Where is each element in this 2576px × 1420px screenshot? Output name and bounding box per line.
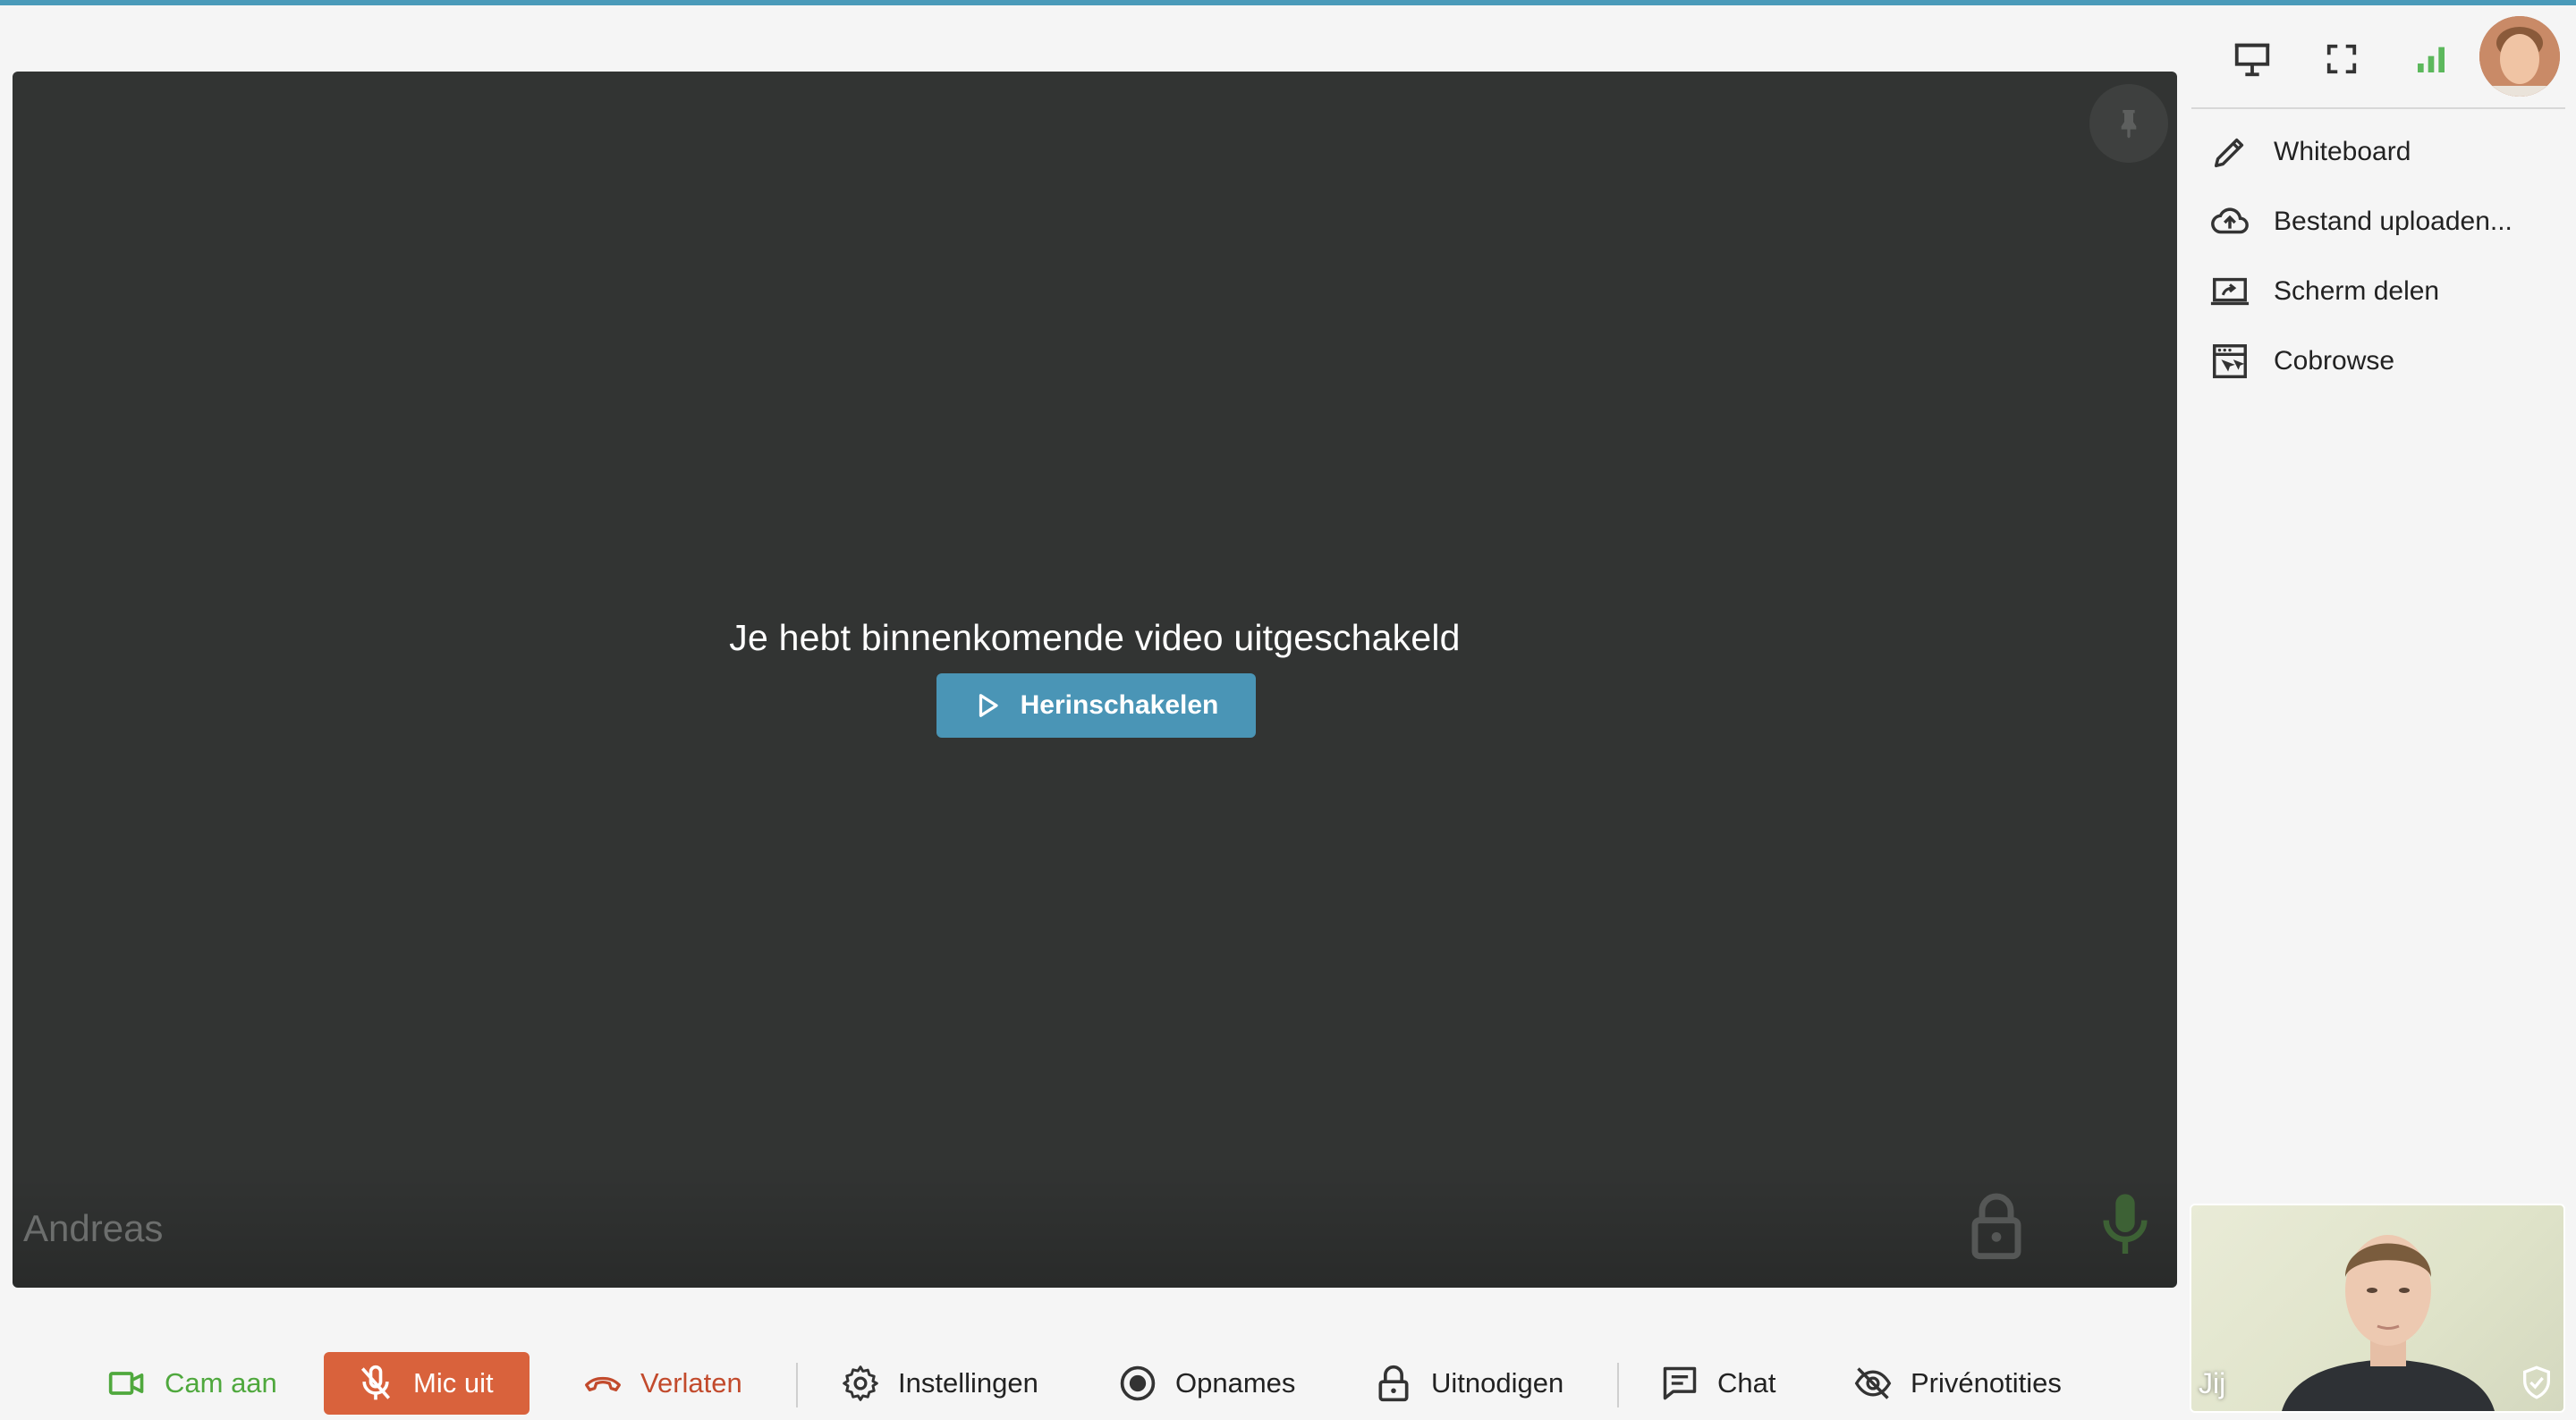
side-item-share-screen[interactable]: Scherm delen	[2209, 265, 2558, 318]
shield-check-icon	[2523, 1365, 2550, 1399]
participant-name: Andreas	[23, 1207, 164, 1249]
connection-quality-indicator[interactable]	[2408, 36, 2454, 82]
private-notes-label: Privénotities	[1911, 1367, 2062, 1399]
side-item-cobrowse[interactable]: Cobrowse	[2209, 334, 2558, 388]
avatar-face	[2479, 16, 2560, 97]
chat-label: Chat	[1717, 1367, 1776, 1399]
cobrowse-icon	[2213, 344, 2247, 378]
chat-icon	[1663, 1366, 1697, 1400]
resume-video-button[interactable]: Herinschakelen	[936, 673, 1256, 738]
leave-button[interactable]: Verlaten	[583, 1352, 742, 1415]
camera-icon	[108, 1372, 144, 1395]
play-icon	[979, 694, 998, 717]
screen-share-icon	[2210, 277, 2250, 306]
fullscreen-icon	[2326, 44, 2357, 74]
toolbar-separator	[796, 1363, 798, 1407]
lock-icon	[1971, 1193, 2021, 1260]
mic-off-button[interactable]: Mic uit	[324, 1352, 530, 1415]
self-video-tile[interactable]: Jij	[2190, 1204, 2565, 1413]
side-item-upload-file[interactable]: Bestand uploaden...	[2209, 195, 2558, 249]
top-accent-bar	[0, 0, 2576, 5]
mic-off-label: Mic uit	[413, 1367, 494, 1399]
lock-icon	[1378, 1365, 1409, 1402]
pencil-icon	[2214, 138, 2244, 168]
gear-icon	[843, 1365, 878, 1401]
presentation-button[interactable]	[2229, 36, 2275, 82]
eye-off-icon	[1854, 1367, 1892, 1399]
settings-label: Instellingen	[898, 1367, 1038, 1399]
recordings-label: Opnames	[1175, 1367, 1296, 1399]
chat-button[interactable]: Chat	[1660, 1352, 1775, 1415]
self-video-label: Jij	[2199, 1367, 2226, 1399]
side-item-label: Cobrowse	[2274, 346, 2395, 376]
hang-up-icon	[585, 1376, 621, 1391]
settings-button[interactable]: Instellingen	[841, 1352, 1038, 1415]
user-avatar[interactable]	[2479, 16, 2560, 97]
fullscreen-button[interactable]	[2318, 36, 2365, 82]
side-item-label: Scherm delen	[2274, 276, 2440, 306]
bottom-toolbar: Cam aan Mic uit Verlaten Instellingen Op…	[0, 1341, 2182, 1420]
presentation-icon	[2234, 43, 2270, 77]
signal-strength-icon	[2418, 46, 2445, 72]
private-notes-button[interactable]: Privénotities	[1853, 1352, 2062, 1415]
side-item-whiteboard[interactable]: Whiteboard	[2209, 125, 2558, 179]
self-video-person	[2282, 1235, 2495, 1411]
side-item-label: Whiteboard	[2274, 137, 2411, 166]
microphone-off-icon	[360, 1365, 391, 1400]
recordings-button[interactable]: Opnames	[1118, 1352, 1295, 1415]
side-item-label: Bestand uploaden...	[2274, 207, 2512, 236]
leave-label: Verlaten	[640, 1367, 742, 1399]
remote-video-tile: Je hebt binnenkomende video uitgeschakel…	[13, 72, 2177, 1288]
invite-button[interactable]: Uitnodigen	[1374, 1352, 1563, 1415]
cam-on-button[interactable]: Cam aan	[107, 1352, 277, 1415]
microphone-icon	[2103, 1194, 2148, 1254]
toolbar-separator	[1617, 1363, 1619, 1407]
side-panel-divider	[2191, 107, 2565, 109]
incoming-video-disabled-message: Je hebt binnenkomende video uitgeschakel…	[729, 617, 1461, 658]
pin-button[interactable]	[2089, 84, 2168, 163]
cam-on-label: Cam aan	[165, 1367, 277, 1399]
invite-label: Uitnodigen	[1431, 1367, 1564, 1399]
record-icon	[1120, 1365, 1156, 1401]
pin-icon	[2121, 110, 2137, 139]
resume-video-label: Herinschakelen	[1020, 690, 1219, 720]
cloud-upload-icon	[2211, 207, 2249, 234]
